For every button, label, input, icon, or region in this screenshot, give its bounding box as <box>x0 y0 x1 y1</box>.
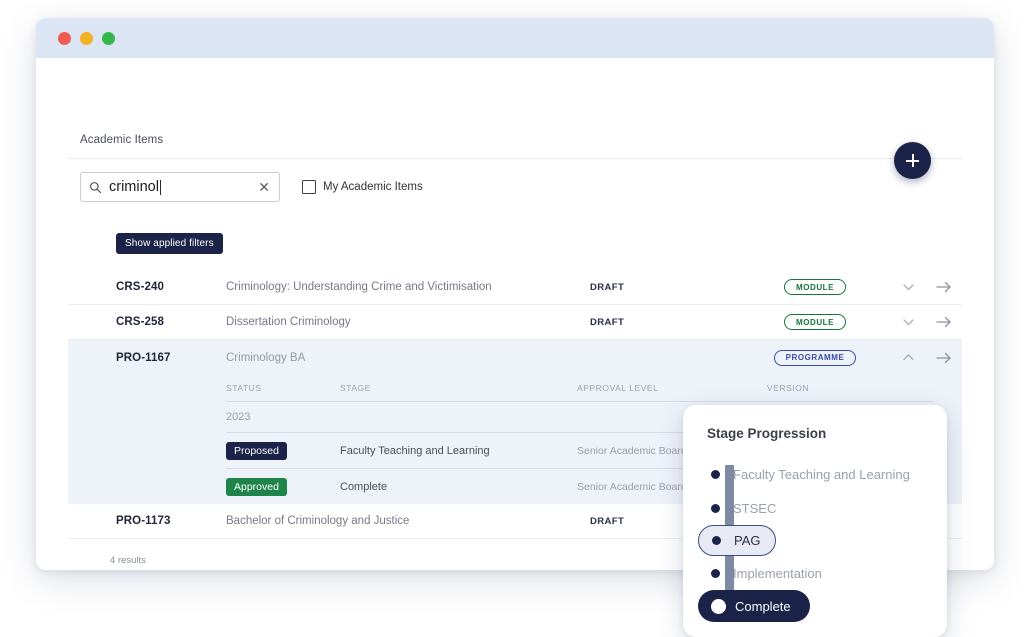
show-applied-filters-button[interactable]: Show applied filters <box>116 233 223 254</box>
row-code: PRO-1167 <box>116 351 171 364</box>
checkbox-box <box>302 180 316 194</box>
search-icon <box>90 181 102 193</box>
progression-step-complete[interactable]: Complete <box>698 590 810 622</box>
row-title: Dissertation Criminology <box>226 316 351 328</box>
progression-step-faculty-teaching-and-learning[interactable]: Faculty Teaching and Learning <box>707 457 927 491</box>
progression-steps: Faculty Teaching and Learning STSEC PAG … <box>698 457 927 622</box>
tag-programme: PROGRAMME <box>773 349 857 366</box>
tag-module: MODULE <box>784 314 846 330</box>
row-status: DRAFT <box>590 316 625 328</box>
plus-icon <box>906 154 919 167</box>
step-label: STSEC <box>733 500 777 516</box>
stage-progression-title: Stage Progression <box>707 426 827 441</box>
row-code: CRS-240 <box>116 281 164 293</box>
open-row-button[interactable] <box>926 316 962 328</box>
status-badge: Approved <box>226 477 340 496</box>
status-badge-label: Proposed <box>226 442 287 460</box>
row-status: DRAFT <box>590 281 625 293</box>
browser-window: Academic Items criminol ✕ My Academic It… <box>36 18 994 637</box>
step-dot-icon <box>711 568 720 578</box>
open-row-button[interactable] <box>926 281 962 293</box>
table-row[interactable]: CRS-258 Dissertation Criminology DRAFT M… <box>68 305 962 340</box>
table-row[interactable]: CRS-240 Criminology: Understanding Crime… <box>68 270 962 305</box>
step-dot-icon <box>711 469 720 479</box>
search-input-value: criminol <box>109 179 159 195</box>
arrow-right-icon <box>936 281 951 293</box>
expand-row-button[interactable] <box>890 283 926 291</box>
column-header-approval-level: APPROVAL LEVEL <box>577 383 659 393</box>
arrow-right-icon <box>936 316 951 328</box>
stage-progression-popup: Stage Progression Faculty Teaching and L… <box>683 405 947 637</box>
tag-module: MODULE <box>784 279 846 295</box>
clear-search-icon[interactable]: ✕ <box>257 180 271 194</box>
expand-row-button[interactable] <box>890 318 926 326</box>
step-label: Faculty Teaching and Learning <box>733 466 910 482</box>
add-academic-item-button[interactable] <box>894 142 931 179</box>
step-dot-icon <box>711 598 726 614</box>
step-dot-icon <box>712 536 721 545</box>
step-dot-icon <box>711 503 720 513</box>
table-row[interactable]: PRO-1167 Criminology BA PROGRAMME <box>68 340 962 375</box>
row-code: PRO-1173 <box>116 515 171 527</box>
chevron-up-icon <box>902 354 914 361</box>
chevron-down-icon <box>902 283 914 290</box>
row-title: Criminology: Understanding Crime and Vic… <box>226 281 492 293</box>
column-header-status: STATUS <box>226 383 262 393</box>
minimize-window-button[interactable] <box>80 31 93 45</box>
row-code: CRS-258 <box>116 316 164 328</box>
window-content: Academic Items criminol ✕ My Academic It… <box>36 58 994 637</box>
progression-step-pag[interactable]: PAG <box>698 525 776 556</box>
progression-step-stsec[interactable]: STSEC <box>707 491 927 525</box>
status-badge-label: Approved <box>226 478 287 496</box>
arrow-right-icon <box>936 352 951 363</box>
stage-history-header: STATUS STAGE APPROVAL LEVEL VERSION <box>226 375 934 402</box>
close-window-button[interactable] <box>58 31 71 45</box>
row-tag: MODULE <box>740 279 890 295</box>
status-badge: Proposed <box>226 441 340 460</box>
collapse-row-button[interactable] <box>890 354 926 361</box>
stage-name: Faculty Teaching and Learning <box>340 444 490 457</box>
my-academic-items-checkbox[interactable]: My Academic Items <box>302 180 423 194</box>
row-title: Bachelor of Criminology and Justice <box>226 515 410 527</box>
search-row: criminol ✕ My Academic Items <box>80 172 423 202</box>
column-header-stage: STAGE <box>340 383 371 393</box>
window-titlebar <box>36 18 994 58</box>
page-title: Academic Items <box>80 134 164 146</box>
row-tag: MODULE <box>740 314 890 330</box>
text-caret <box>159 179 161 195</box>
stage-name: Complete <box>340 480 388 493</box>
step-label: Implementation <box>733 565 822 581</box>
search-input[interactable]: criminol ✕ <box>80 172 280 202</box>
row-title: Criminology BA <box>226 351 306 364</box>
chevron-down-icon <box>902 318 914 325</box>
maximize-window-button[interactable] <box>102 31 115 45</box>
progression-step-implementation[interactable]: Implementation <box>707 556 927 590</box>
step-label: PAG <box>734 533 761 548</box>
column-header-version: VERSION <box>767 383 810 393</box>
step-label: Complete <box>735 598 791 614</box>
header-divider <box>68 158 962 159</box>
open-row-button[interactable] <box>926 352 962 364</box>
my-academic-items-label: My Academic Items <box>323 181 423 193</box>
row-tag: PROGRAMME <box>740 349 890 366</box>
